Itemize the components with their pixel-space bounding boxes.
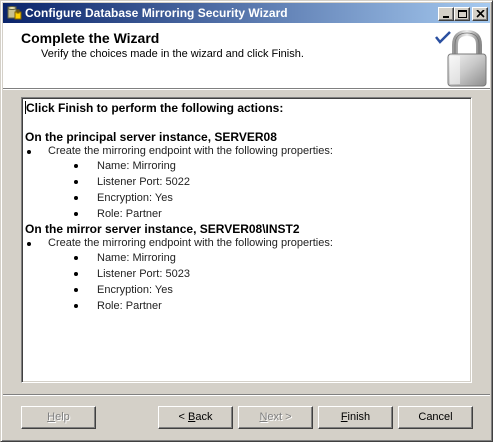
page-title: Complete the Wizard <box>21 30 160 46</box>
close-button[interactable] <box>472 7 488 21</box>
finish-button[interactable]: Finish <box>318 406 393 429</box>
bullet-icon <box>74 304 78 308</box>
property-text: Encryption: Yes <box>97 284 173 296</box>
bullet-icon <box>74 180 78 184</box>
help-label: elp <box>55 411 70 423</box>
next-label: ext > <box>267 411 292 423</box>
bullet-icon <box>27 242 31 246</box>
minimize-icon <box>443 16 449 18</box>
property-text: Listener Port: 5023 <box>97 268 190 280</box>
property-text: Role: Partner <box>97 208 162 220</box>
padlock-checkmark-icon <box>435 29 487 87</box>
finish-accesskey: F <box>340 411 348 423</box>
list-item: Listener Port: 5022 <box>24 174 469 190</box>
action-text: Create the mirroring endpoint with the f… <box>48 145 333 157</box>
report-intro: Click Finish to perform the following ac… <box>25 101 469 116</box>
bullet-icon <box>74 256 78 260</box>
bullet-icon <box>74 272 78 276</box>
bullet-icon <box>27 150 31 154</box>
list-item: Name: Mirroring <box>24 158 469 174</box>
property-text: Listener Port: 5022 <box>97 176 190 188</box>
cancel-button[interactable]: Cancel <box>398 406 473 429</box>
bullet-icon <box>74 164 78 168</box>
mirror-section-heading: On the mirror server instance, SERVER08\… <box>25 222 300 236</box>
action-text: Create the mirroring endpoint with the f… <box>48 237 333 249</box>
property-text: Role: Partner <box>97 300 162 312</box>
list-item: Encryption: Yes <box>24 190 469 206</box>
list-item: Create the mirroring endpoint with the f… <box>24 145 469 158</box>
button-separator <box>3 394 490 396</box>
bullet-icon <box>74 196 78 200</box>
wizard-window: Configure Database Mirroring Security Wi… <box>0 0 493 442</box>
property-text: Name: Mirroring <box>97 160 176 172</box>
help-accesskey: H <box>47 411 56 423</box>
bullet-icon <box>74 212 78 216</box>
minimize-button[interactable] <box>438 7 454 21</box>
back-label: ack <box>195 411 213 423</box>
page-subtitle: Verify the choices made in the wizard an… <box>41 48 304 60</box>
database-wizard-icon <box>7 6 22 20</box>
window-title: Configure Database Mirroring Security Wi… <box>25 6 288 20</box>
bullet-icon <box>74 288 78 292</box>
wizard-header: Complete the Wizard Verify the choices m… <box>3 23 490 90</box>
cancel-label: Cancel <box>418 411 453 423</box>
title-bar[interactable]: Configure Database Mirroring Security Wi… <box>3 3 490 23</box>
property-text: Encryption: Yes <box>97 192 173 204</box>
list-item: Listener Port: 5023 <box>24 266 469 282</box>
maximize-icon <box>458 10 467 18</box>
property-text: Name: Mirroring <box>97 252 176 264</box>
list-item: Name: Mirroring <box>24 250 469 266</box>
close-icon <box>476 10 485 18</box>
report-intro-text: Click Finish to perform the following ac… <box>26 101 284 115</box>
back-label-pre: < <box>178 411 188 423</box>
maximize-button[interactable] <box>454 7 470 21</box>
finish-label: inish <box>347 411 371 423</box>
list-item: Encryption: Yes <box>24 282 469 298</box>
list-item: Role: Partner <box>24 298 469 314</box>
list-item: Create the mirroring endpoint with the f… <box>24 237 469 250</box>
list-item: Role: Partner <box>24 206 469 222</box>
help-button[interactable]: Help <box>21 406 96 429</box>
summary-report[interactable]: Click Finish to perform the following ac… <box>21 97 472 383</box>
next-button[interactable]: Next > <box>238 406 313 429</box>
principal-section-heading: On the principal server instance, SERVER… <box>25 130 277 144</box>
back-button[interactable]: < Back <box>158 406 233 429</box>
